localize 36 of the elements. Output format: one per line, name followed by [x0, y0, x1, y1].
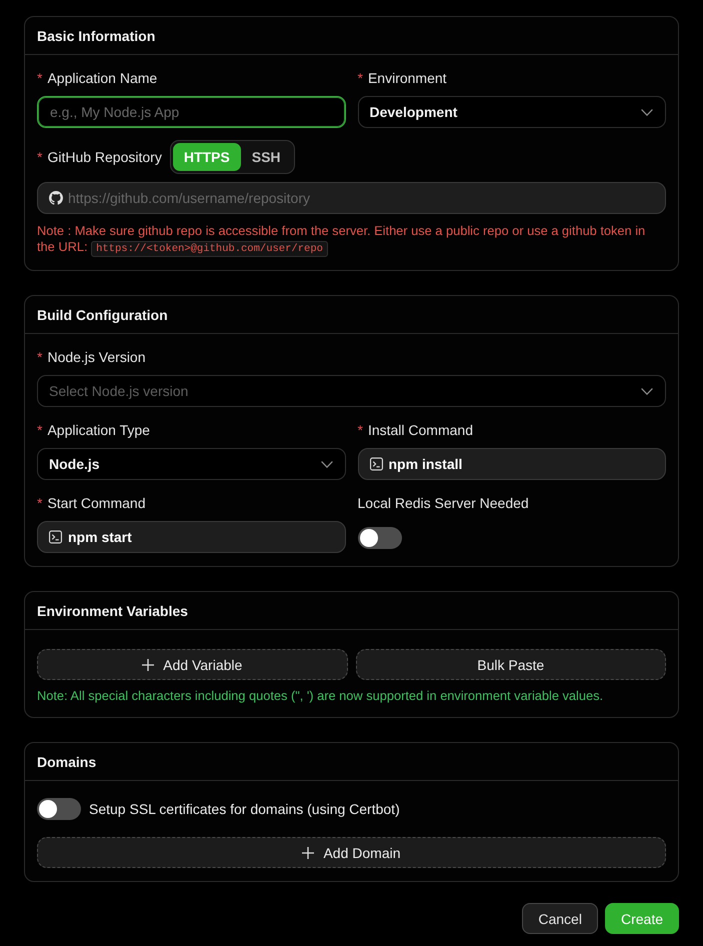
plus-icon: [302, 846, 314, 858]
field-label: * Node.js Version: [37, 348, 147, 366]
info-note: Note: All special characters including quotes (", ') are now supported in environment variable values.: [37, 688, 604, 704]
paste-button[interactable]: Bulk Paste: [356, 649, 666, 680]
command-field[interactable]: npm start: [37, 521, 346, 553]
add-button[interactable]: Add Variable: [37, 649, 348, 680]
command-field[interactable]: npm install: [358, 448, 666, 480]
terminal-icon: [370, 458, 382, 470]
section-title: Basic Information: [37, 28, 156, 44]
segment-tab[interactable]: SSH: [240, 143, 292, 171]
section-title: Build Configuration: [37, 306, 168, 322]
field-label: * Application Type: [37, 421, 151, 439]
field-label: * Application Name: [37, 69, 158, 87]
section-title: Environment Variables: [37, 602, 188, 618]
section-title: Domains: [37, 754, 96, 770]
field-label: * GitHub Repository: [37, 148, 162, 166]
warning-note: Note : Make sure github repo is accessible from the server. Either use a public repo or use a github token in the URL: https://<token>@github.com/user/repo: [37, 223, 646, 257]
chevron-down-icon: [320, 460, 332, 468]
chevron-down-icon: [641, 388, 653, 394]
toggle-switch[interactable]: [37, 798, 81, 820]
chevron-down-icon: [641, 108, 653, 116]
field-label: * Environment: [358, 69, 448, 87]
field-label: Local Redis Server Needed: [358, 494, 530, 512]
text-input[interactable]: e.g., My Node.js App: [37, 96, 346, 128]
add-button[interactable]: Add Domain: [37, 837, 666, 868]
cancel-button[interactable]: Cancel: [522, 903, 598, 934]
toggle-switch[interactable]: [358, 527, 402, 549]
select-field[interactable]: Node.js: [37, 448, 346, 480]
terminal-icon: [49, 530, 62, 544]
field-label: * Start Command: [37, 494, 146, 512]
switch-label: Setup SSL certificates for domains (using Certbot): [89, 801, 400, 817]
url-field[interactable]: https://github.com/username/repository: [37, 182, 666, 214]
plus-icon: [142, 658, 154, 670]
select-field[interactable]: Development: [358, 96, 666, 128]
github-icon: [49, 191, 63, 205]
field-label: * Install Command: [358, 421, 474, 439]
